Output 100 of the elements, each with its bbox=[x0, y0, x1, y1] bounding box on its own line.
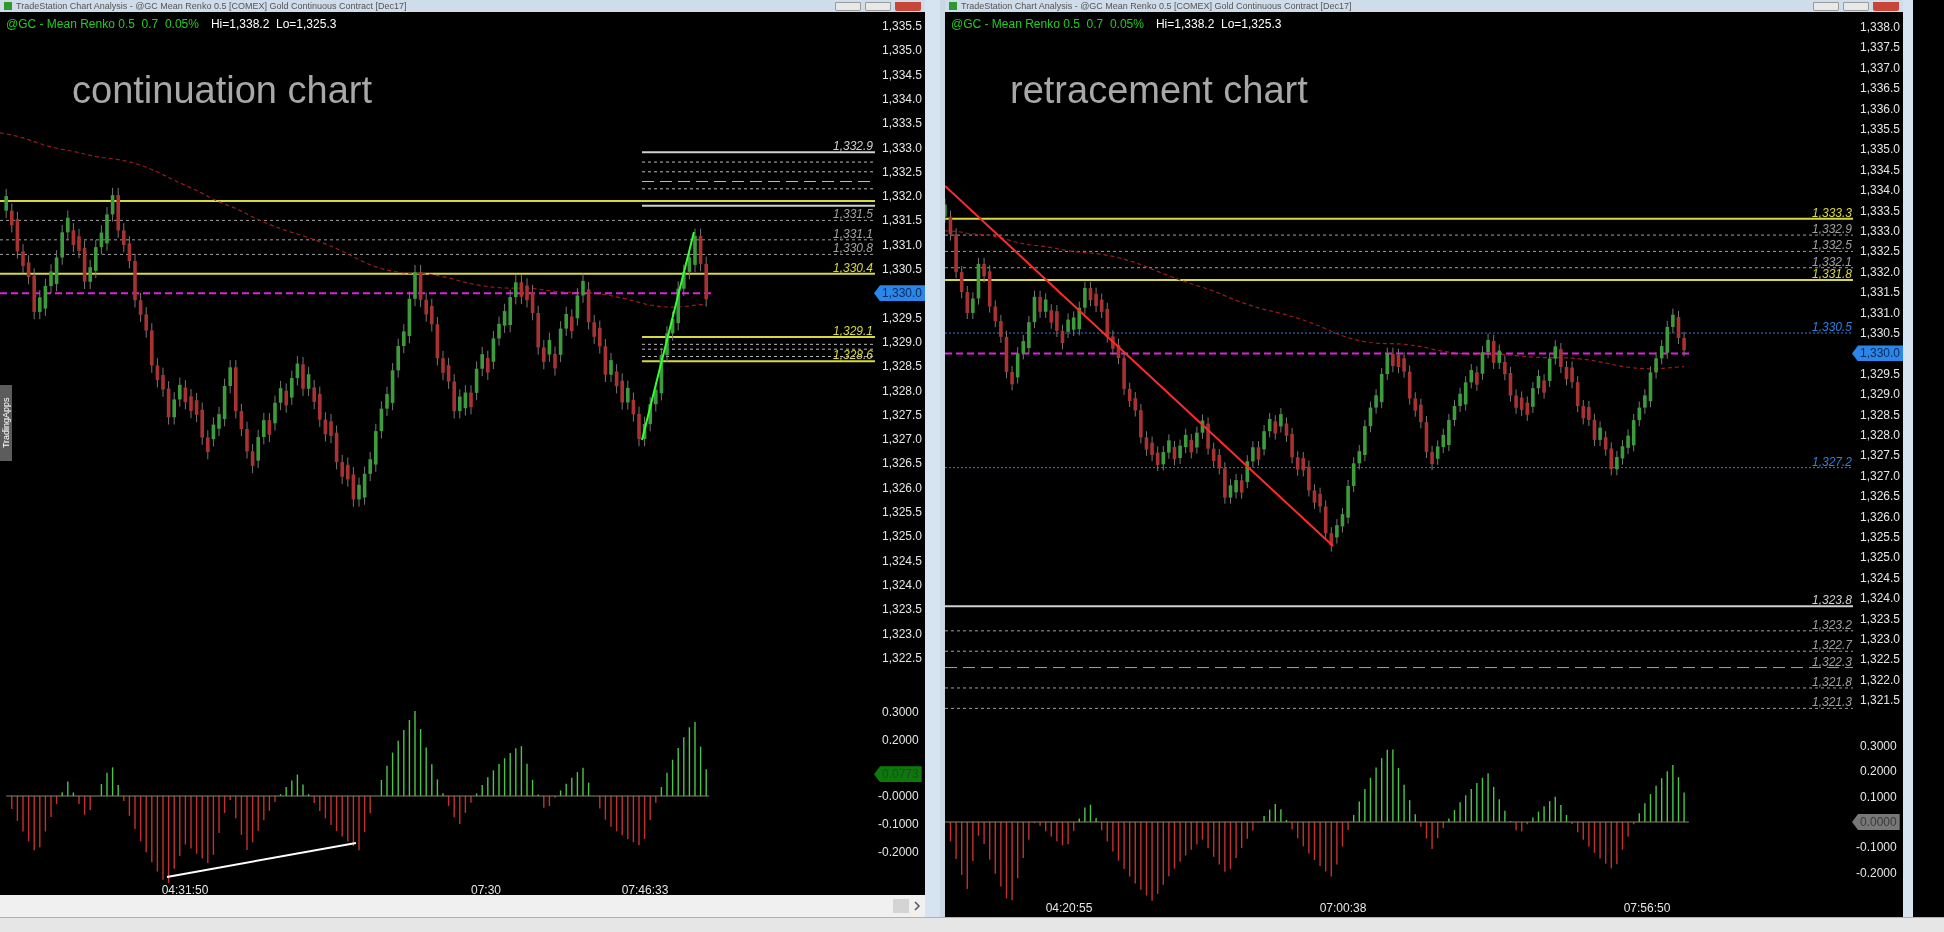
price-badge: 1,330.0 bbox=[874, 285, 925, 302]
price-axis-label: 1,332.5 bbox=[882, 164, 923, 179]
price-axis-label: 1,335.0 bbox=[1860, 142, 1901, 157]
price-axis-label: 1,325.5 bbox=[1860, 530, 1901, 544]
price-axis-label: 1,335.0 bbox=[882, 43, 923, 58]
indicator-axis-label: -0.0000 bbox=[878, 789, 919, 803]
price-range: Hi=1,338.2 Lo=1,325.3 bbox=[210, 16, 337, 33]
indicator-badge: 0.0773 bbox=[874, 766, 922, 783]
price-axis-label: 1,331.5 bbox=[882, 213, 923, 228]
level-price-label: 1,329.1 bbox=[832, 325, 873, 338]
time-axis-label: 04:31:50 bbox=[161, 883, 209, 895]
price-axis-label: 1,328.0 bbox=[1860, 428, 1901, 442]
price-axis-label: 1,326.5 bbox=[882, 456, 923, 471]
price-axis-label: 1,322.5 bbox=[1860, 652, 1901, 667]
price-axis-label: 1,324.5 bbox=[1860, 570, 1901, 585]
indicator-axis-label: 0.2000 bbox=[1860, 764, 1897, 779]
price-axis-label: 1,334.0 bbox=[882, 91, 923, 106]
price-axis-label: 1,323.5 bbox=[882, 602, 923, 617]
time-axis-label: 07:30 bbox=[471, 883, 501, 895]
side-tab[interactable]: TradingApps bbox=[0, 385, 12, 461]
indicator-axis-label: -0.1000 bbox=[1856, 840, 1897, 855]
price-axis-label: 1,323.0 bbox=[882, 626, 923, 641]
chart-title: retracement chart bbox=[1010, 68, 1308, 113]
price-axis-label: 1,333.0 bbox=[882, 140, 923, 155]
price-axis-label: 1,330.5 bbox=[882, 262, 923, 276]
scroll-bar[interactable] bbox=[0, 895, 925, 917]
price-axis-label: 1,325.0 bbox=[882, 529, 923, 544]
price-axis-label: 1,329.5 bbox=[882, 310, 923, 325]
indicator-axis-label: -0.2000 bbox=[1856, 865, 1897, 880]
price-axis-label: 1,326.5 bbox=[1860, 489, 1901, 504]
price-axis-label: 1,336.0 bbox=[1860, 101, 1901, 116]
time-axis-label: 07:00:38 bbox=[1319, 901, 1367, 915]
level-price-label: 1,331.5 bbox=[832, 208, 873, 221]
price-axis-label: 1,331.5 bbox=[1860, 285, 1901, 300]
price-axis-label: 1,325.0 bbox=[1860, 550, 1901, 565]
level-price-label: 1,330.5 bbox=[1811, 321, 1852, 333]
indicator-axis-label: 0.1000 bbox=[1860, 789, 1897, 804]
level-price-label: 1,331.1 bbox=[832, 227, 873, 240]
price-axis-label: 1,324.0 bbox=[882, 577, 923, 592]
close-button[interactable] bbox=[1873, 1, 1899, 11]
level-price-label: 1,331.8 bbox=[1811, 267, 1852, 280]
level-price-label: 1,332.1 bbox=[1811, 255, 1852, 268]
level-price-label: 1,333.3 bbox=[1811, 206, 1852, 219]
level-price-label: 1,332.5 bbox=[1811, 239, 1852, 252]
scroll-thumb[interactable] bbox=[893, 899, 909, 913]
window-title: TradeStation Chart Analysis - @GC Mean Renko 0.5 [COMEX] Gold Continuous Contract [Dec17] bbox=[961, 1, 1352, 11]
price-axis-label: 1,337.5 bbox=[1860, 40, 1901, 55]
close-button[interactable] bbox=[895, 1, 921, 11]
price-axis-label: 1,326.0 bbox=[1860, 509, 1901, 524]
level-price-label: 1,323.8 bbox=[1811, 594, 1852, 607]
time-axis-label: 07:46:33 bbox=[621, 883, 669, 895]
price-axis-label: 1,324.0 bbox=[1860, 591, 1901, 606]
price-axis-label: 1,327.5 bbox=[1860, 448, 1901, 463]
chevron-right-icon[interactable] bbox=[913, 901, 921, 911]
price-axis-label: 1,335.5 bbox=[1860, 122, 1901, 136]
indicator-axis-label: 0.3000 bbox=[1860, 738, 1897, 753]
chart-title: continuation chart bbox=[72, 68, 372, 113]
minimize-button[interactable] bbox=[835, 1, 861, 11]
symbol-info: @GC - Mean Renko 0.5 0.7 0.05% bbox=[6, 16, 199, 33]
price-axis-label: 1,338.0 bbox=[1860, 20, 1901, 34]
price-axis-label: 1,333.5 bbox=[1860, 203, 1901, 218]
window-title: TradeStation Chart Analysis - @GC Mean Renko 0.5 [COMEX] Gold Continuous Contract [Dec17] bbox=[16, 1, 407, 11]
app-icon bbox=[4, 2, 12, 10]
price-axis-label: 1,327.0 bbox=[882, 432, 923, 447]
price-axis-label: 1,329.0 bbox=[882, 334, 923, 349]
price-axis-label: 1,331.0 bbox=[882, 237, 923, 252]
maximize-button[interactable] bbox=[865, 1, 891, 11]
price-badge: 1,330.0 bbox=[1852, 345, 1903, 362]
price-axis-label: 1,327.0 bbox=[1860, 468, 1901, 483]
time-axis-label: 07:56:50 bbox=[1623, 901, 1671, 915]
level-price-label: 1,328.6 bbox=[832, 349, 873, 362]
level-price-label: 1,323.2 bbox=[1811, 618, 1852, 631]
price-axis-label: 1,329.5 bbox=[1860, 366, 1901, 381]
price-axis-label: 1,323.0 bbox=[1860, 632, 1901, 646]
level-price-label: 1,330.4 bbox=[832, 261, 873, 274]
indicator-axis-label: 0.2000 bbox=[882, 733, 919, 747]
maximize-button[interactable] bbox=[1843, 1, 1869, 11]
level-price-label: 1,332.9 bbox=[1811, 223, 1852, 236]
price-axis-label: 1,329.0 bbox=[1860, 387, 1901, 402]
app-icon bbox=[949, 2, 957, 10]
price-axis-label: 1,323.5 bbox=[1860, 611, 1901, 626]
price-axis-label: 1,332.5 bbox=[1860, 244, 1901, 259]
price-axis-label: 1,336.5 bbox=[1860, 81, 1901, 96]
minimize-button[interactable] bbox=[1813, 1, 1839, 11]
price-axis-label: 1,328.5 bbox=[1860, 407, 1901, 422]
level-price-label: 1,322.3 bbox=[1811, 655, 1852, 668]
price-axis-label: 1,331.0 bbox=[1860, 305, 1901, 320]
indicator-axis-label: 0.3000 bbox=[882, 705, 919, 719]
price-axis-label: 1,333.5 bbox=[882, 116, 923, 131]
price-axis-label: 1,332.0 bbox=[882, 189, 923, 204]
price-axis-label: 1,321.5 bbox=[1860, 693, 1901, 708]
level-price-label: 1,322.7 bbox=[1811, 639, 1852, 652]
indicator-badge: 0.0000 bbox=[1852, 814, 1900, 830]
indicator-axis-label: -0.2000 bbox=[878, 845, 919, 859]
price-axis-label: 1,324.5 bbox=[882, 553, 923, 568]
price-axis-label: 1,337.0 bbox=[1860, 60, 1901, 75]
price-axis-label: 1,332.0 bbox=[1860, 264, 1901, 279]
symbol-info: @GC - Mean Renko 0.5 0.7 0.05% bbox=[951, 16, 1144, 33]
price-axis-label: 1,322.0 bbox=[1860, 672, 1901, 687]
time-axis-label: 04:20:55 bbox=[1045, 901, 1093, 915]
